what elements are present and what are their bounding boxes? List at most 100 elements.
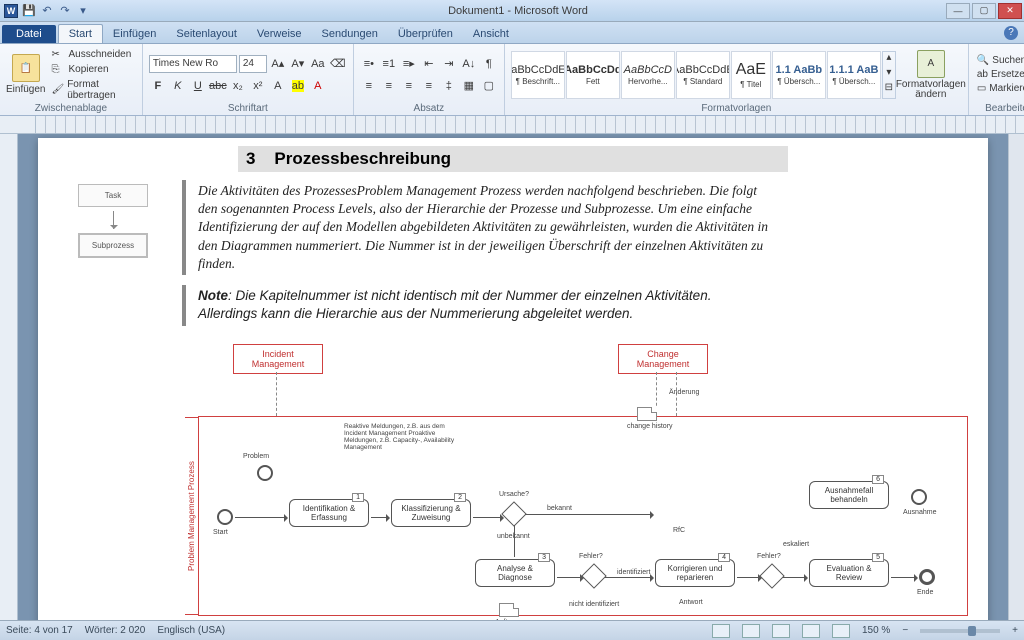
undo-icon[interactable]: ↶ [40,4,54,18]
message-event [911,489,927,505]
style-item[interactable]: AaBbCcDdEe¶ Beschrift... [511,51,565,99]
zoom-in-icon[interactable]: + [1012,625,1018,636]
zoom-value[interactable]: 150 % [862,625,890,636]
style-item[interactable]: AaBbCcDdE¶ Standard [676,51,730,99]
file-tab[interactable]: Datei [2,25,56,43]
multilevel-icon[interactable]: ≡▸ [400,55,418,73]
title-bar: W 💾 ↶ ↷ ▾ Dokument1 - Microsoft Word — ▢… [0,0,1024,22]
sequence-flow [783,577,807,578]
paste-icon: 📋 [12,54,40,82]
font-size-select[interactable]: 24 [239,55,267,73]
change-styles-button[interactable]: A Formatvorlagen ändern [900,48,962,102]
tab-einfuegen[interactable]: Einfügen [103,25,166,43]
flow-label: RfC [673,527,685,534]
indent-icon[interactable]: ⇥ [440,55,458,73]
style-item[interactable]: AaBbCcDHervorhe... [621,51,675,99]
tab-sendungen[interactable]: Sendungen [312,25,388,43]
select-button[interactable]: ▭Markieren▾ [975,82,1024,95]
copy-button[interactable]: ⎘Kopieren [49,63,135,77]
text-effects-icon[interactable]: A [269,77,287,95]
sequence-flow [525,514,653,515]
group-font: Times New Ro 24 A▴ A▾ Aa ⌫ F K U abc x₂ … [143,44,354,115]
shading-icon[interactable]: ▦ [460,77,478,95]
italic-button[interactable]: K [169,77,187,95]
tab-ueberpruefen[interactable]: Überprüfen [388,25,463,43]
styles-more-icon[interactable]: ▴▾⊟ [882,51,896,99]
change-styles-icon: A [917,50,945,78]
align-center-icon[interactable]: ≡ [380,77,398,95]
subscript-button[interactable]: x₂ [229,77,247,95]
word-count[interactable]: Wörter: 2 020 [85,625,146,636]
replace-button[interactable]: abErsetzen [975,68,1024,81]
find-button[interactable]: 🔍Suchen▾ [975,54,1024,67]
style-item[interactable]: 1.1 AaBb¶ Übersch... [772,51,826,99]
outline-view-icon[interactable] [802,624,820,638]
external-pool: Change Management [618,344,708,374]
style-item[interactable]: 1.1.1 AaB¶ Übersch... [827,51,881,99]
zoom-out-icon[interactable]: − [902,625,908,636]
close-button[interactable]: ✕ [998,3,1022,19]
paste-button[interactable]: 📋 Einfügen [6,48,45,102]
task: 6Ausnahmefall behandeln [809,481,889,509]
font-group-label: Schriftart [149,103,347,115]
line-spacing-icon[interactable]: ‡ [440,77,458,95]
draft-view-icon[interactable] [832,624,850,638]
redo-icon[interactable]: ↷ [58,4,72,18]
align-right-icon[interactable]: ≡ [400,77,418,95]
language-indicator[interactable]: Englisch (USA) [157,625,225,636]
vertical-ruler[interactable] [0,134,18,620]
clear-format-icon[interactable]: ⌫ [329,55,347,73]
numbering-icon[interactable]: ≡1 [380,55,398,73]
replace-icon: ab [977,69,988,80]
flow-label: identifiziert [617,569,650,576]
font-color-icon[interactable]: A [309,77,327,95]
align-left-icon[interactable]: ≡ [360,77,378,95]
qat-menu-icon[interactable]: ▾ [76,4,90,18]
cut-button[interactable]: ✂Ausschneiden [49,48,135,62]
tab-verweise[interactable]: Verweise [247,25,312,43]
justify-icon[interactable]: ≡ [420,77,438,95]
styles-gallery[interactable]: AaBbCcDdEe¶ Beschrift... AaBbCcDdFett Aa… [511,51,896,99]
document-canvas[interactable]: 3 Prozessbeschreibung Task Subprozess Di… [18,134,1008,620]
zoom-slider[interactable] [920,629,1000,633]
tab-seitenlayout[interactable]: Seitenlayout [166,25,247,43]
minimize-button[interactable]: — [946,3,970,19]
gateway-label: Fehler? [757,553,781,560]
horizontal-ruler[interactable] [0,116,1024,134]
help-icon[interactable]: ? [1004,26,1018,40]
superscript-button[interactable]: x² [249,77,267,95]
show-marks-icon[interactable]: ¶ [480,55,498,73]
maximize-button[interactable]: ▢ [972,3,996,19]
underline-button[interactable]: U [189,77,207,95]
word-icon: W [4,4,18,18]
change-case-icon[interactable]: Aa [309,55,327,73]
sort-icon[interactable]: A↓ [460,55,478,73]
vertical-scrollbar[interactable] [1008,134,1024,620]
document-area: 3 Prozessbeschreibung Task Subprozess Di… [0,134,1024,620]
shrink-font-icon[interactable]: A▾ [289,55,307,73]
gateway-label: Ursache? [499,491,529,498]
print-layout-view-icon[interactable] [712,624,730,638]
save-icon[interactable]: 💾 [22,4,36,18]
data-object [637,407,657,421]
tab-start[interactable]: Start [58,24,103,43]
font-name-select[interactable]: Times New Ro [149,55,237,73]
page-indicator[interactable]: Seite: 4 von 17 [6,625,73,636]
paragraph-note: Note: Die Kapitelnummer ist nicht identi… [182,285,782,325]
grow-font-icon[interactable]: A▴ [269,55,287,73]
fullscreen-view-icon[interactable] [742,624,760,638]
format-painter-button[interactable]: 🖌Format übertragen [49,78,135,102]
style-item[interactable]: AaE¶ Titel [731,51,771,99]
editing-group-label: Bearbeiten [975,103,1024,115]
search-icon: 🔍 [977,55,989,66]
outdent-icon[interactable]: ⇤ [420,55,438,73]
bullets-icon[interactable]: ≡• [360,55,378,73]
tab-ansicht[interactable]: Ansicht [463,25,519,43]
cut-label: Ausschneiden [68,49,131,60]
style-item[interactable]: AaBbCcDdFett [566,51,620,99]
strikethrough-button[interactable]: abc [209,77,227,95]
bold-button[interactable]: F [149,77,167,95]
highlight-icon[interactable]: ab [289,77,307,95]
web-layout-view-icon[interactable] [772,624,790,638]
borders-icon[interactable]: ▢ [480,77,498,95]
